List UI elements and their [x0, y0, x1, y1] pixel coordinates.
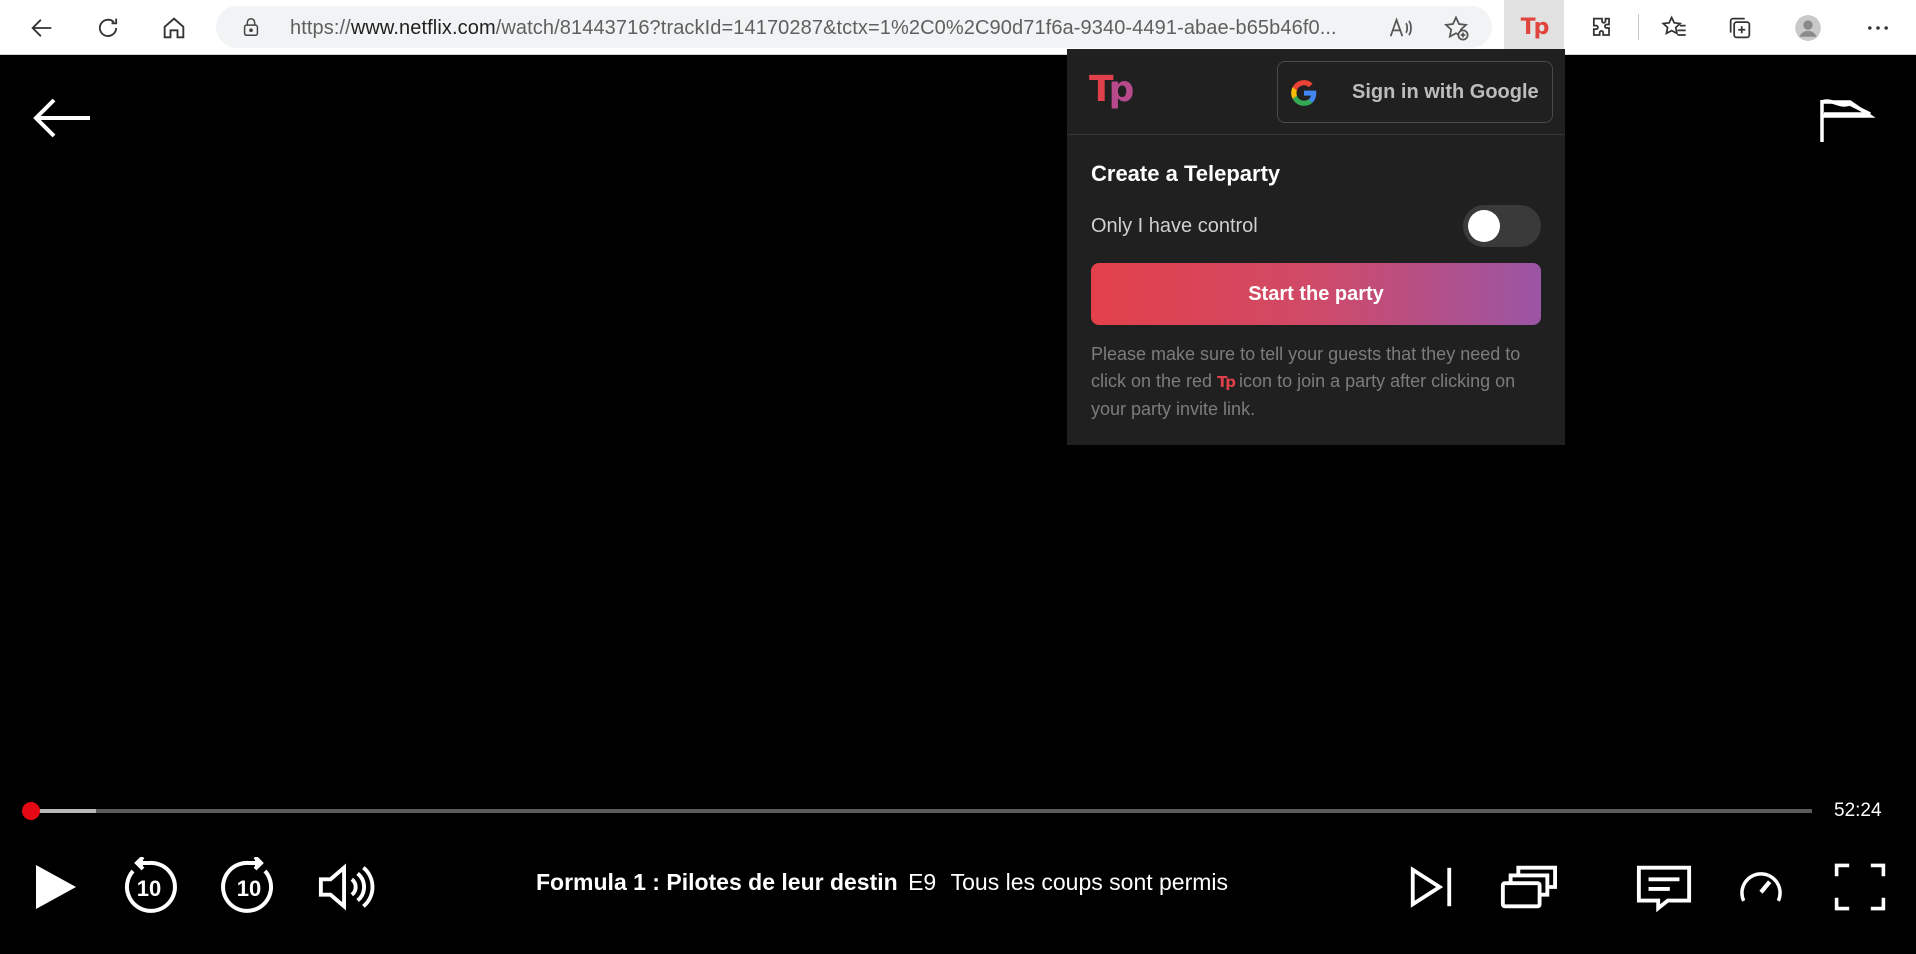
episodes-icon [1500, 865, 1557, 909]
toggle-knob [1468, 210, 1500, 242]
scrubber-knob[interactable] [22, 802, 41, 820]
teleparty-extension-button[interactable]: Tp [1504, 0, 1564, 54]
subtitles-button[interactable] [1634, 855, 1694, 919]
teleparty-inline-icon: Tp [1217, 373, 1236, 391]
teleparty-logo: Tp [1089, 69, 1134, 110]
forward-button[interactable]: 10 [218, 855, 280, 919]
only-i-have-control-toggle[interactable] [1463, 205, 1541, 247]
add-favorite-icon[interactable] [1442, 14, 1470, 42]
lock-icon[interactable] [240, 16, 262, 38]
show-title: Formula 1 : Pilotes de leur destin [536, 869, 898, 895]
rewind-10-icon: 10 [124, 857, 177, 913]
browser-toolbar: https://www.netflix.com/watch/81443716?t… [0, 0, 1916, 55]
address-bar[interactable]: https://www.netflix.com/watch/81443716?t… [216, 6, 1492, 48]
favorites-icon[interactable] [1654, 8, 1694, 48]
teleparty-instructions: Please make sure to tell your guests tha… [1091, 344, 1521, 419]
teleparty-popup: Tp Sign in with Google Create a Telepart… [1067, 49, 1565, 445]
fullscreen-button[interactable] [1832, 855, 1888, 919]
svg-text:10: 10 [137, 876, 161, 901]
home-icon[interactable] [154, 8, 194, 48]
time-remaining: 52:24 [1834, 800, 1882, 821]
episode-name: Tous les coups sont permis [950, 869, 1229, 895]
teleparty-heading: Create a Teleparty [1091, 161, 1281, 186]
read-aloud-icon[interactable] [1386, 14, 1414, 42]
more-options-icon[interactable] [1858, 8, 1898, 48]
profile-avatar-icon[interactable] [1788, 8, 1828, 48]
play-icon [36, 865, 76, 909]
rewind-button[interactable]: 10 [118, 855, 180, 919]
episode-title-bar: Formula 1 : Pilotes de leur destin E9 To… [536, 869, 1228, 896]
extensions-icon[interactable] [1582, 8, 1622, 48]
toolbar-separator [1638, 14, 1639, 40]
progress-bar[interactable] [22, 802, 1812, 820]
speed-gauge-icon [1740, 872, 1782, 902]
episodes-button[interactable] [1498, 855, 1558, 919]
google-signin-button[interactable]: Sign in with Google [1277, 61, 1553, 123]
collections-icon[interactable] [1720, 8, 1760, 48]
next-episode-button[interactable] [1404, 855, 1458, 919]
subtitles-icon [1636, 865, 1692, 913]
play-button[interactable] [26, 855, 82, 919]
fullscreen-icon [1834, 863, 1886, 911]
control-toggle-label: Only I have control [1091, 215, 1258, 237]
google-g-icon [1291, 80, 1317, 106]
video-player[interactable]: 52:24 10 10 Formula 1 : Pilotes de leur … [0, 56, 1916, 954]
forward-10-icon: 10 [221, 857, 274, 913]
report-flag-icon[interactable] [1818, 96, 1876, 146]
volume-icon [318, 863, 375, 911]
teleparty-extension-icon: Tp [1520, 14, 1550, 40]
playback-speed-button[interactable] [1734, 855, 1788, 919]
teleparty-header: Tp Sign in with Google [1067, 49, 1565, 135]
url-text[interactable]: https://www.netflix.com/watch/81443716?t… [290, 17, 1400, 40]
back-arrow-icon[interactable] [30, 96, 94, 140]
next-episode-icon [1410, 866, 1452, 908]
episode-code: E9 [908, 869, 937, 895]
svg-text:10: 10 [237, 876, 261, 901]
refresh-icon[interactable] [88, 8, 128, 48]
start-party-button[interactable]: Start the party [1091, 263, 1541, 325]
volume-button[interactable] [316, 855, 376, 919]
back-icon[interactable] [22, 8, 62, 48]
google-signin-label: Sign in with Google [1352, 81, 1539, 103]
